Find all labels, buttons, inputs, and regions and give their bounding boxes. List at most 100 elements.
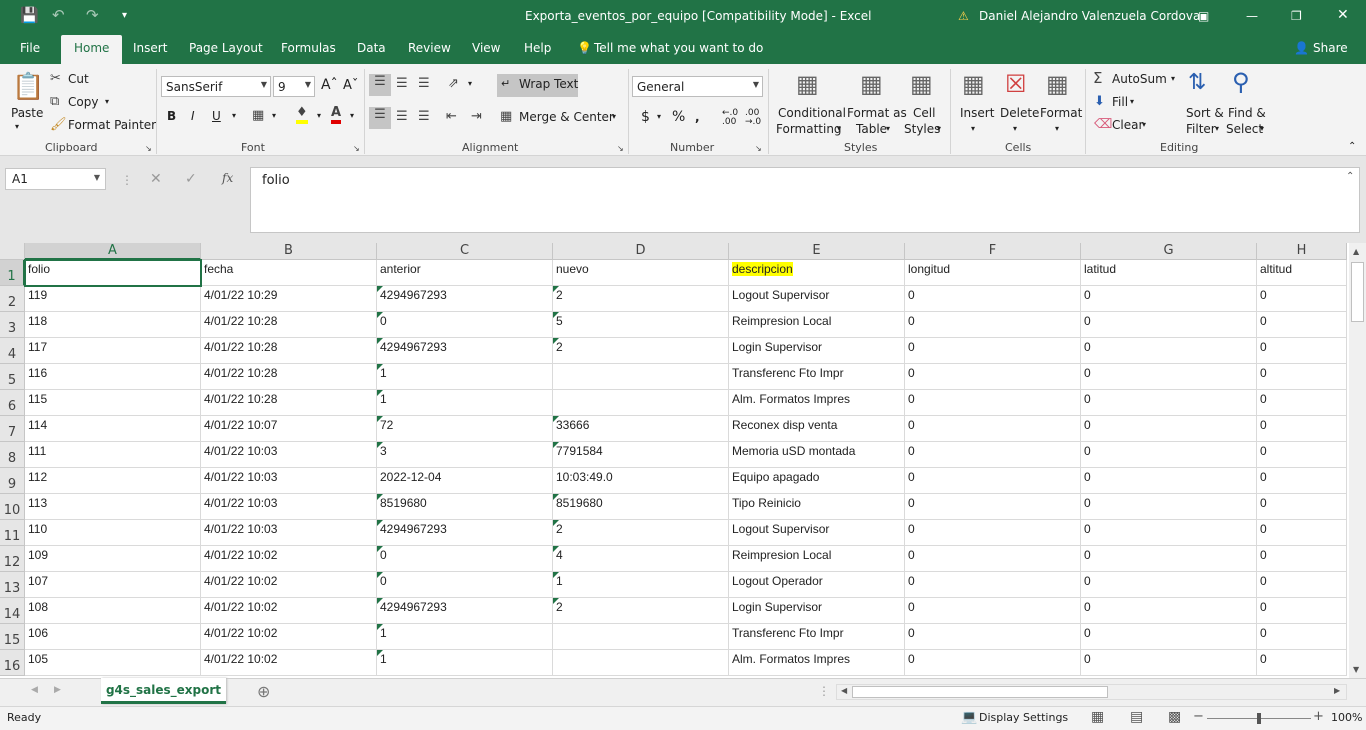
cell-g5[interactable]: 0 <box>1081 364 1257 390</box>
cell-b3[interactable]: 4/01/22 10:28 <box>201 312 377 338</box>
orientation-dropdown-icon[interactable]: ▾ <box>468 79 472 88</box>
cell-b15[interactable]: 4/01/22 10:02 <box>201 624 377 650</box>
align-right-icon[interactable]: ☰ <box>418 109 430 124</box>
column-header-a[interactable]: A <box>25 243 201 260</box>
zoom-slider-thumb[interactable] <box>1257 713 1261 724</box>
tab-file[interactable]: File <box>20 41 40 55</box>
page-layout-view-icon[interactable]: ▤ <box>1130 709 1143 725</box>
cell-a4[interactable]: 117 <box>25 338 201 364</box>
cell-c16[interactable]: 1 <box>377 650 553 676</box>
cell-a2[interactable]: 119 <box>25 286 201 312</box>
cell-e5[interactable]: Transferenc Fto Impr <box>729 364 905 390</box>
user-name[interactable]: Daniel Alejandro Valenzuela Cordova <box>979 9 1200 23</box>
cell-e8[interactable]: Memoria uSD montada <box>729 442 905 468</box>
display-settings-icon[interactable]: 💻 <box>961 710 977 725</box>
conditional-formatting-button[interactable]: Conditional <box>778 106 846 120</box>
tab-home[interactable]: Home <box>61 35 123 64</box>
clipboard-launcher-icon[interactable]: ↘ <box>145 144 152 153</box>
autosum-icon[interactable]: Σ <box>1093 69 1102 87</box>
tell-me-search[interactable]: Tell me what you want to do <box>594 41 763 55</box>
cell-g14[interactable]: 0 <box>1081 598 1257 624</box>
cut-button[interactable]: Cut <box>68 72 89 86</box>
cell-e11[interactable]: Logout Supervisor <box>729 520 905 546</box>
clear-button[interactable]: Clear <box>1112 118 1143 132</box>
cell-styles-dropdown-icon[interactable]: ▾ <box>937 124 941 133</box>
align-center-icon[interactable]: ☰ <box>396 109 408 124</box>
cell-e6[interactable]: Alm. Formatos Impres <box>729 390 905 416</box>
cell-e9[interactable]: Equipo apagado <box>729 468 905 494</box>
cell-h11[interactable]: 0 <box>1257 520 1347 546</box>
cell-e2[interactable]: Logout Supervisor <box>729 286 905 312</box>
share-button[interactable]: Share <box>1313 41 1348 55</box>
cell-a3[interactable]: 118 <box>25 312 201 338</box>
cell-e3[interactable]: Reimpresion Local <box>729 312 905 338</box>
ribbon-display-icon[interactable]: ▣ <box>1198 9 1209 23</box>
cell-b2[interactable]: 4/01/22 10:29 <box>201 286 377 312</box>
cell-h16[interactable]: 0 <box>1257 650 1347 676</box>
align-left-icon[interactable]: ☰ <box>369 107 391 129</box>
cell-e14[interactable]: Login Supervisor <box>729 598 905 624</box>
format-as-table-icon[interactable]: ▦ <box>860 70 883 98</box>
cell-a8[interactable]: 111 <box>25 442 201 468</box>
header-cell-descripcion[interactable]: descripcion <box>729 260 905 286</box>
zoom-level[interactable]: 100% <box>1331 711 1362 724</box>
cell-h2[interactable]: 0 <box>1257 286 1347 312</box>
cell-h9[interactable]: 0 <box>1257 468 1347 494</box>
more-options-icon[interactable]: ⋮ <box>121 173 133 187</box>
cell-g6[interactable]: 0 <box>1081 390 1257 416</box>
wrap-text-button[interactable]: ↵ Wrap Text <box>497 74 578 97</box>
increase-font-icon[interactable]: Aˆ <box>321 77 338 93</box>
cell-g2[interactable]: 0 <box>1081 286 1257 312</box>
cell-g9[interactable]: 0 <box>1081 468 1257 494</box>
format-as-table-button[interactable]: Format as <box>847 106 907 120</box>
copy-dropdown-icon[interactable]: ▾ <box>105 97 109 106</box>
cell-d5[interactable] <box>553 364 729 390</box>
magnifier-icon[interactable]: ⚲ <box>1232 68 1250 96</box>
column-header-e[interactable]: E <box>729 243 905 260</box>
align-bottom-icon[interactable]: ☰ <box>418 76 430 91</box>
page-break-view-icon[interactable]: ▩ <box>1168 709 1181 725</box>
sheet-tab-g4s-sales-export[interactable]: g4s_sales_export <box>101 678 226 704</box>
column-header-f[interactable]: F <box>905 243 1081 260</box>
row-header-14[interactable]: 14 <box>0 598 25 624</box>
customize-qat-icon[interactable]: ▾ <box>122 10 127 21</box>
header-cell-fecha[interactable]: fecha <box>201 260 377 286</box>
cell-d9[interactable]: 10:03:49.0 <box>553 468 729 494</box>
cell-d2[interactable]: 2 <box>553 286 729 312</box>
cell-f5[interactable]: 0 <box>905 364 1081 390</box>
comma-style-icon[interactable]: , <box>695 110 700 124</box>
header-cell-longitud[interactable]: longitud <box>905 260 1081 286</box>
fill-icon[interactable]: ⬇ <box>1094 94 1105 109</box>
cell-c15[interactable]: 1 <box>377 624 553 650</box>
cell-a16[interactable]: 105 <box>25 650 201 676</box>
cell-g8[interactable]: 0 <box>1081 442 1257 468</box>
bold-button[interactable]: B <box>167 109 176 123</box>
row-header-15[interactable]: 15 <box>0 624 25 650</box>
delete-cells-button[interactable]: Delete <box>1000 106 1039 120</box>
sort-filter-label2[interactable]: Filter <box>1186 122 1216 136</box>
vertical-scroll-thumb[interactable] <box>1351 262 1364 322</box>
borders-dropdown-icon[interactable]: ▾ <box>272 111 276 120</box>
merge-icon[interactable]: ▦ <box>500 109 512 124</box>
cell-f11[interactable]: 0 <box>905 520 1081 546</box>
cell-d8[interactable]: 7791584 <box>553 442 729 468</box>
row-header-7[interactable]: 7 <box>0 416 25 442</box>
find-select-label2[interactable]: Select <box>1226 122 1263 136</box>
cell-b9[interactable]: 4/01/22 10:03 <box>201 468 377 494</box>
column-header-d[interactable]: D <box>553 243 729 260</box>
cell-c6[interactable]: 1 <box>377 390 553 416</box>
borders-icon[interactable]: ▦ <box>252 108 264 123</box>
cell-a11[interactable]: 110 <box>25 520 201 546</box>
cell-f14[interactable]: 0 <box>905 598 1081 624</box>
cell-g11[interactable]: 0 <box>1081 520 1257 546</box>
cell-a14[interactable]: 108 <box>25 598 201 624</box>
cell-b4[interactable]: 4/01/22 10:28 <box>201 338 377 364</box>
cell-d16[interactable] <box>553 650 729 676</box>
cell-f16[interactable]: 0 <box>905 650 1081 676</box>
cell-h7[interactable]: 0 <box>1257 416 1347 442</box>
decrease-decimal-icon[interactable]: .00 →.0 <box>745 109 761 127</box>
row-header-8[interactable]: 8 <box>0 442 25 468</box>
format-cells-icon[interactable]: ▦ <box>1046 70 1069 98</box>
increase-indent-icon[interactable]: ⇥ <box>471 109 482 124</box>
cell-c10[interactable]: 8519680 <box>377 494 553 520</box>
